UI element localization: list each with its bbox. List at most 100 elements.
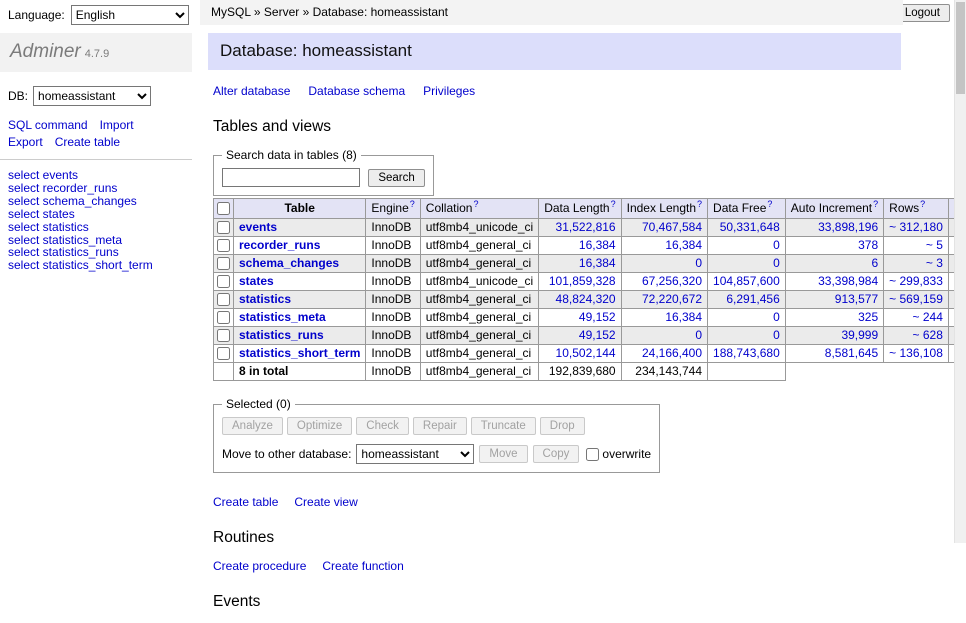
help-link[interactable]: ? xyxy=(873,199,878,209)
scrollbar[interactable] xyxy=(954,0,966,543)
table-name-link[interactable]: schema_changes xyxy=(239,256,339,270)
table-name-link[interactable]: statistics xyxy=(239,292,291,306)
table-name-link[interactable]: states xyxy=(239,274,274,288)
help-link[interactable]: ? xyxy=(697,199,702,209)
selected-action-button[interactable]: Repair xyxy=(413,417,467,435)
data-length-link[interactable]: 10,502,144 xyxy=(556,346,616,360)
data-length-link[interactable]: 16,384 xyxy=(579,256,616,270)
row-checkbox[interactable] xyxy=(217,311,230,324)
help-link[interactable]: ? xyxy=(920,199,925,209)
routine-link[interactable]: Create procedure xyxy=(213,559,306,573)
language-select[interactable]: English xyxy=(71,5,189,25)
index-length-link[interactable]: 16,384 xyxy=(665,310,702,324)
data-free-link[interactable]: 188,743,680 xyxy=(713,346,780,360)
rows-count-link[interactable]: ~ 3 xyxy=(926,256,943,270)
sidebar-table-link[interactable]: select events xyxy=(8,168,78,182)
scrollbar-thumb[interactable] xyxy=(956,2,965,94)
sidebar-command-link[interactable]: Export xyxy=(8,135,43,149)
index-length-link[interactable]: 67,256,320 xyxy=(642,274,702,288)
data-length-link[interactable]: 49,152 xyxy=(579,328,616,342)
auto-increment-link[interactable]: 325 xyxy=(858,310,878,324)
index-length-link[interactable]: 24,166,400 xyxy=(642,346,702,360)
row-checkbox[interactable] xyxy=(217,329,230,342)
auto-increment-link[interactable]: 8,581,645 xyxy=(825,346,878,360)
db-action-link[interactable]: Privileges xyxy=(423,84,475,98)
create-link[interactable]: Create view xyxy=(294,495,357,509)
table-name-link[interactable]: statistics_meta xyxy=(239,310,326,324)
help-link[interactable]: ? xyxy=(473,199,478,209)
selected-action-button[interactable]: Analyze xyxy=(222,417,283,435)
data-length-link[interactable]: 49,152 xyxy=(579,310,616,324)
rows-count-link[interactable]: ~ 628 xyxy=(913,328,943,342)
data-free-link[interactable]: 104,857,600 xyxy=(713,274,780,288)
auto-increment-link[interactable]: 39,999 xyxy=(841,328,878,342)
sidebar-command-link[interactable]: Import xyxy=(100,118,134,132)
data-length-link[interactable]: 16,384 xyxy=(579,238,616,252)
rows-count-link[interactable]: ~ 5 xyxy=(926,238,943,252)
data-free-link[interactable]: 0 xyxy=(773,328,780,342)
search-button[interactable]: Search xyxy=(368,169,424,187)
db-select[interactable]: homeassistant xyxy=(33,86,151,106)
selected-action-button[interactable]: Truncate xyxy=(471,417,536,435)
sidebar-table-link[interactable]: select statistics_short_term xyxy=(8,258,153,272)
table-name-link[interactable]: statistics_short_term xyxy=(239,346,360,360)
rows-count-link[interactable]: ~ 299,833 xyxy=(889,274,943,288)
sidebar-table-link[interactable]: select recorder_runs xyxy=(8,181,117,195)
sidebar-table-link[interactable]: select statistics_meta xyxy=(8,233,122,247)
row-checkbox[interactable] xyxy=(217,347,230,360)
row-checkbox[interactable] xyxy=(217,257,230,270)
index-length-link[interactable]: 72,220,672 xyxy=(642,292,702,306)
auto-increment-link[interactable]: 33,398,984 xyxy=(818,274,878,288)
data-free-link[interactable]: 0 xyxy=(773,310,780,324)
index-length-link[interactable]: 16,384 xyxy=(665,238,702,252)
help-link[interactable]: ? xyxy=(767,199,772,209)
sidebar-table-link[interactable]: select schema_changes xyxy=(8,194,137,208)
select-all-checkbox[interactable] xyxy=(217,202,230,215)
help-link[interactable]: ? xyxy=(611,199,616,209)
db-action-link[interactable]: Database schema xyxy=(308,84,405,98)
data-length-link[interactable]: 48,824,320 xyxy=(556,292,616,306)
data-free-link[interactable]: 0 xyxy=(773,256,780,270)
selected-action-button[interactable]: Check xyxy=(356,417,409,435)
rows-count-link[interactable]: ~ 569,159 xyxy=(889,292,943,306)
index-length-link[interactable]: 70,467,584 xyxy=(642,220,702,234)
data-free-link[interactable]: 50,331,648 xyxy=(720,220,780,234)
breadcrumb[interactable]: MySQL » Server » Database: homeassistant xyxy=(200,0,903,25)
rows-count-link[interactable]: ~ 312,180 xyxy=(889,220,943,234)
search-input[interactable] xyxy=(222,168,360,187)
db-action-link[interactable]: Alter database xyxy=(213,84,290,98)
selected-action-button[interactable]: Drop xyxy=(540,417,585,435)
routine-link[interactable]: Create function xyxy=(322,559,403,573)
data-length-link[interactable]: 101,859,328 xyxy=(549,274,616,288)
row-checkbox[interactable] xyxy=(217,239,230,252)
sidebar-command-link[interactable]: SQL command xyxy=(8,118,88,132)
table-name-link[interactable]: events xyxy=(239,220,277,234)
auto-increment-link[interactable]: 33,898,196 xyxy=(818,220,878,234)
move-db-select[interactable]: homeassistant xyxy=(356,444,474,464)
index-length-link[interactable]: 0 xyxy=(695,328,702,342)
rows-count-link[interactable]: ~ 244 xyxy=(913,310,943,324)
overwrite-checkbox[interactable] xyxy=(586,448,599,461)
copy-button[interactable]: Copy xyxy=(533,445,580,463)
index-length-link[interactable]: 0 xyxy=(695,256,702,270)
auto-increment-link[interactable]: 6 xyxy=(871,256,878,270)
rows-count-link[interactable]: ~ 136,108 xyxy=(889,346,943,360)
auto-increment-link[interactable]: 913,577 xyxy=(835,292,878,306)
sidebar-command-link[interactable]: Create table xyxy=(55,135,120,149)
auto-increment-link[interactable]: 378 xyxy=(858,238,878,252)
data-free-link[interactable]: 0 xyxy=(773,238,780,252)
help-link[interactable]: ? xyxy=(410,199,415,209)
selected-action-button[interactable]: Optimize xyxy=(287,417,352,435)
sidebar-table-link[interactable]: select statistics_runs xyxy=(8,245,119,259)
move-button[interactable]: Move xyxy=(479,445,527,463)
row-checkbox[interactable] xyxy=(217,275,230,288)
table-name-link[interactable]: statistics_runs xyxy=(239,328,324,342)
data-length-link[interactable]: 31,522,816 xyxy=(556,220,616,234)
create-link[interactable]: Create table xyxy=(213,495,278,509)
data-free-link[interactable]: 6,291,456 xyxy=(726,292,779,306)
table-name-link[interactable]: recorder_runs xyxy=(239,238,320,252)
row-checkbox[interactable] xyxy=(217,221,230,234)
sidebar-table-link[interactable]: select statistics xyxy=(8,220,89,234)
sidebar-table-link[interactable]: select states xyxy=(8,207,75,221)
row-checkbox[interactable] xyxy=(217,293,230,306)
